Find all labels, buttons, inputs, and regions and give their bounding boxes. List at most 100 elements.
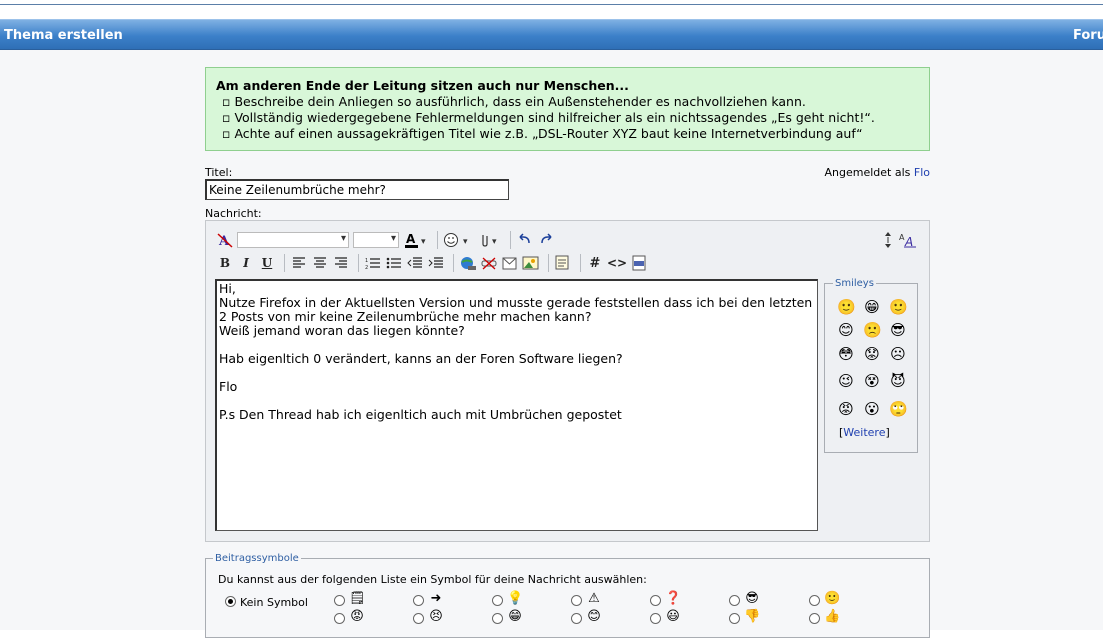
align-left-icon[interactable] xyxy=(290,254,308,272)
symbol-radio[interactable] xyxy=(571,613,582,624)
remove-format-icon[interactable]: A xyxy=(216,231,234,249)
toolbar-separator xyxy=(510,231,511,249)
document-icon: 🗒 xyxy=(349,591,366,606)
forum-tab[interactable]: Foru xyxy=(1073,28,1103,43)
smileys-more: [Weitere] xyxy=(839,426,890,439)
attachment-menu-icon[interactable]: ▾ xyxy=(476,231,502,249)
page-title: Thema erstellen xyxy=(4,28,123,43)
symbol-radio[interactable] xyxy=(334,613,345,624)
symbol-radio[interactable] xyxy=(413,613,424,624)
top-border xyxy=(0,4,1103,5)
toolbar-separator xyxy=(453,254,454,272)
symbol-radio[interactable] xyxy=(492,613,503,624)
svg-text:2: 2 xyxy=(365,265,368,270)
italic-button[interactable]: I xyxy=(237,254,255,272)
bold-button[interactable]: B xyxy=(216,254,234,272)
post-symbols-description: Du kannst aus der folgenden Liste ein Sy… xyxy=(218,573,647,586)
svg-text:▾: ▾ xyxy=(492,237,497,247)
font-size-select[interactable] xyxy=(353,232,399,248)
frown-icon[interactable]: ☹ xyxy=(889,345,907,363)
smile-icon: 🙂 xyxy=(824,591,841,606)
cool-icon[interactable]: 😎 xyxy=(889,321,907,339)
symbol-radio[interactable] xyxy=(492,595,503,606)
symbol-radio[interactable] xyxy=(650,595,661,606)
thumbs-down-icon: 👎 xyxy=(744,609,761,624)
notice-item: Vollständig wiedergegebene Fehlermeldung… xyxy=(216,110,919,126)
switch-editor-mode-icon[interactable]: AA xyxy=(898,231,918,249)
symbol-radio[interactable] xyxy=(729,613,740,624)
title-input[interactable] xyxy=(205,179,509,200)
smile-icon[interactable]: 🙂 xyxy=(837,298,856,316)
align-center-icon[interactable] xyxy=(311,254,329,272)
insert-image-icon[interactable] xyxy=(522,254,540,272)
title-bar: Thema erstellen Foru xyxy=(0,19,1103,50)
big-eyes-icon[interactable]: 😳 xyxy=(837,345,855,363)
surprised-icon[interactable]: 😮 xyxy=(863,400,881,418)
symbol-radio[interactable] xyxy=(809,595,820,606)
worried-icon[interactable]: 😟 xyxy=(863,345,881,363)
frown-face-icon: 😣 xyxy=(429,609,443,624)
smiley-menu-icon[interactable]: ▾ xyxy=(443,231,473,249)
smile-icon[interactable]: 🙂 xyxy=(889,298,908,316)
logged-in-user-link[interactable]: Flo xyxy=(914,166,930,179)
toolbar-separator xyxy=(437,231,438,249)
symbol-radio-none[interactable] xyxy=(225,596,236,607)
toolbar-separator xyxy=(284,254,285,272)
eek-icon[interactable]: 😵 xyxy=(863,372,881,390)
logged-in-prefix: Angemeldet als xyxy=(824,166,911,179)
font-family-select[interactable] xyxy=(237,232,349,248)
align-right-icon[interactable] xyxy=(332,254,350,272)
lightbulb-icon: 💡 xyxy=(507,591,524,606)
angry-face-icon: 😡 xyxy=(350,609,364,624)
symbol-radio[interactable] xyxy=(413,595,424,606)
more-smileys-link[interactable]: Weitere xyxy=(843,426,885,439)
svg-text:A: A xyxy=(406,232,416,246)
insert-quote-icon[interactable] xyxy=(554,254,572,272)
message-label: Nachricht: xyxy=(205,207,262,220)
svg-text:1: 1 xyxy=(365,258,368,264)
svg-text:▾: ▾ xyxy=(421,237,426,247)
logged-in-info: Angemeldet als Flo xyxy=(780,166,931,179)
sad-icon[interactable]: 🙁 xyxy=(863,321,882,339)
resize-editor-icon[interactable] xyxy=(879,231,897,249)
notice-item: Achte auf einen aussagekräftigen Titel w… xyxy=(216,126,919,142)
symbol-radio[interactable] xyxy=(729,595,740,606)
wink-icon[interactable]: 😉 xyxy=(837,372,855,390)
symbol-radio[interactable] xyxy=(650,613,661,624)
symbol-radio[interactable] xyxy=(571,595,582,606)
insert-link-icon[interactable] xyxy=(459,254,477,272)
thumbs-up-icon: 👍 xyxy=(824,609,841,624)
toolbar-separator xyxy=(580,254,581,272)
redo-icon[interactable] xyxy=(537,231,555,249)
code-button[interactable]: <> xyxy=(607,254,627,272)
unordered-list-icon[interactable] xyxy=(385,254,403,272)
message-textarea[interactable]: Hi, Nutze Firefox in der Aktuellsten Ver… xyxy=(215,279,818,531)
outdent-icon[interactable] xyxy=(406,254,424,272)
no-symbol-label: Kein Symbol xyxy=(240,596,308,609)
undo-icon[interactable] xyxy=(516,231,534,249)
symbol-radio[interactable] xyxy=(334,595,345,606)
angry-icon[interactable]: 😡 xyxy=(837,400,855,418)
grin-face-icon: 😁 xyxy=(508,609,522,624)
devil-icon[interactable]: 😈 xyxy=(889,372,907,390)
bracket-close: ] xyxy=(885,426,890,439)
cool-face-icon: 😎 xyxy=(745,591,759,606)
insert-email-icon[interactable] xyxy=(501,254,519,272)
post-symbols-fieldset: Beitragssymbole Du kannst aus der folgen… xyxy=(205,553,930,638)
toolbar-separator xyxy=(358,254,359,272)
indent-icon[interactable] xyxy=(427,254,445,272)
hash-button[interactable]: # xyxy=(586,254,604,272)
php-code-icon[interactable] xyxy=(630,254,648,272)
toolbar-row-2: B I U 12 # <> xyxy=(216,253,651,273)
toolbar-separator xyxy=(548,254,549,272)
arrow-right-icon: ➜ xyxy=(430,591,442,606)
smile-icon[interactable]: 😊 xyxy=(837,321,855,339)
smileys-legend: Smileys xyxy=(833,278,876,289)
underline-button[interactable]: U xyxy=(258,254,276,272)
text-color-icon[interactable]: A ▾ xyxy=(403,231,429,249)
ordered-list-icon[interactable]: 12 xyxy=(364,254,382,272)
symbol-radio[interactable] xyxy=(809,613,820,624)
remove-link-icon[interactable] xyxy=(480,254,498,272)
grin-icon[interactable]: 😁 xyxy=(863,298,881,316)
eyes-icon[interactable]: 🙄 xyxy=(889,400,908,418)
